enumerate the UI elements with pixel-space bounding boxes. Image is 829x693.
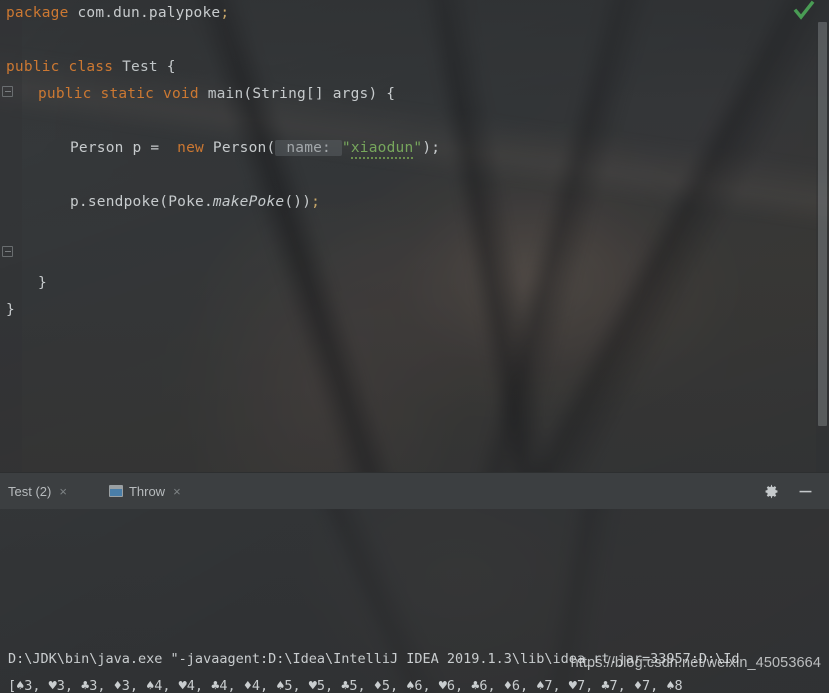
code-line: package com.dun.palypoke;	[0, 0, 829, 27]
run-tab-throw-close-icon[interactable]: ×	[171, 485, 183, 498]
console-line: [♠3, ♥3, ♣3, ♦3, ♠4, ♥4, ♣4, ♦4, ♠5, ♥5,…	[8, 678, 683, 693]
code-token: ())	[284, 194, 312, 210]
code-line: public static void main(String[] args) {	[0, 81, 829, 108]
run-tab-bar: Test (2) × Throw ×	[0, 473, 829, 509]
run-tab-throw[interactable]: Throw ×	[101, 473, 193, 509]
code-token: public	[38, 86, 101, 102]
code-line: p.sendpoke(Poke.makePoke());	[0, 189, 829, 216]
code-line: Person p = new Person( name: "xiaodun");	[0, 135, 829, 162]
code-token: Person(	[212, 140, 276, 156]
code-token: (String[] args) {	[243, 86, 396, 102]
code-token: xiaodun	[350, 140, 414, 159]
code-token: Person p =	[70, 140, 169, 156]
code-token: }	[6, 302, 15, 318]
code-token: "	[413, 140, 423, 156]
code-token: Test	[122, 59, 167, 75]
code-token: package	[6, 5, 78, 21]
editor-vertical-scrollbar[interactable]	[816, 0, 829, 472]
inspection-ok-checkmark-icon[interactable]	[793, 0, 815, 22]
editor-scrollbar-thumb[interactable]	[818, 22, 827, 426]
code-token: makePoke	[212, 194, 285, 210]
code-token: {	[166, 59, 176, 75]
code-token: );	[422, 140, 441, 156]
code-token: p.sendpoke(Poke.	[70, 194, 213, 210]
minimize-icon[interactable]	[795, 481, 815, 501]
code-token: class	[68, 59, 123, 75]
code-token: new	[168, 140, 213, 156]
code-token: com.dun.palypoke	[77, 5, 221, 21]
code-token: public	[6, 59, 69, 75]
run-tab-throw-label: Throw	[128, 483, 166, 499]
run-tab-test[interactable]: Test (2) ×	[0, 473, 79, 509]
run-tab-test-label: Test (2)	[8, 483, 52, 499]
code-token: }	[38, 275, 47, 291]
code-token: static	[100, 86, 164, 102]
code-token: ;	[311, 194, 321, 210]
code-token: ;	[220, 5, 230, 21]
window-icon	[108, 485, 123, 497]
watermark-url: https://blog.csdn.net/weixin_45053664	[570, 655, 821, 671]
code-token: void	[163, 86, 208, 102]
run-tab-test-close-icon[interactable]: ×	[57, 485, 69, 498]
code-editor[interactable]: package com.dun.palypoke; public class Te…	[0, 0, 829, 472]
code-line: }	[0, 270, 829, 297]
code-token: name:	[275, 140, 342, 156]
code-line: }	[0, 297, 829, 324]
run-tab-bar-actions	[761, 473, 823, 509]
ide-window: package com.dun.palypoke; public class Te…	[0, 0, 829, 693]
code-text[interactable]: package com.dun.palypoke; public class Te…	[0, 0, 829, 324]
code-token: "	[341, 140, 351, 156]
settings-gear-icon[interactable]	[761, 481, 781, 501]
code-token: main	[207, 86, 244, 102]
code-line: public class Test {	[0, 54, 829, 81]
